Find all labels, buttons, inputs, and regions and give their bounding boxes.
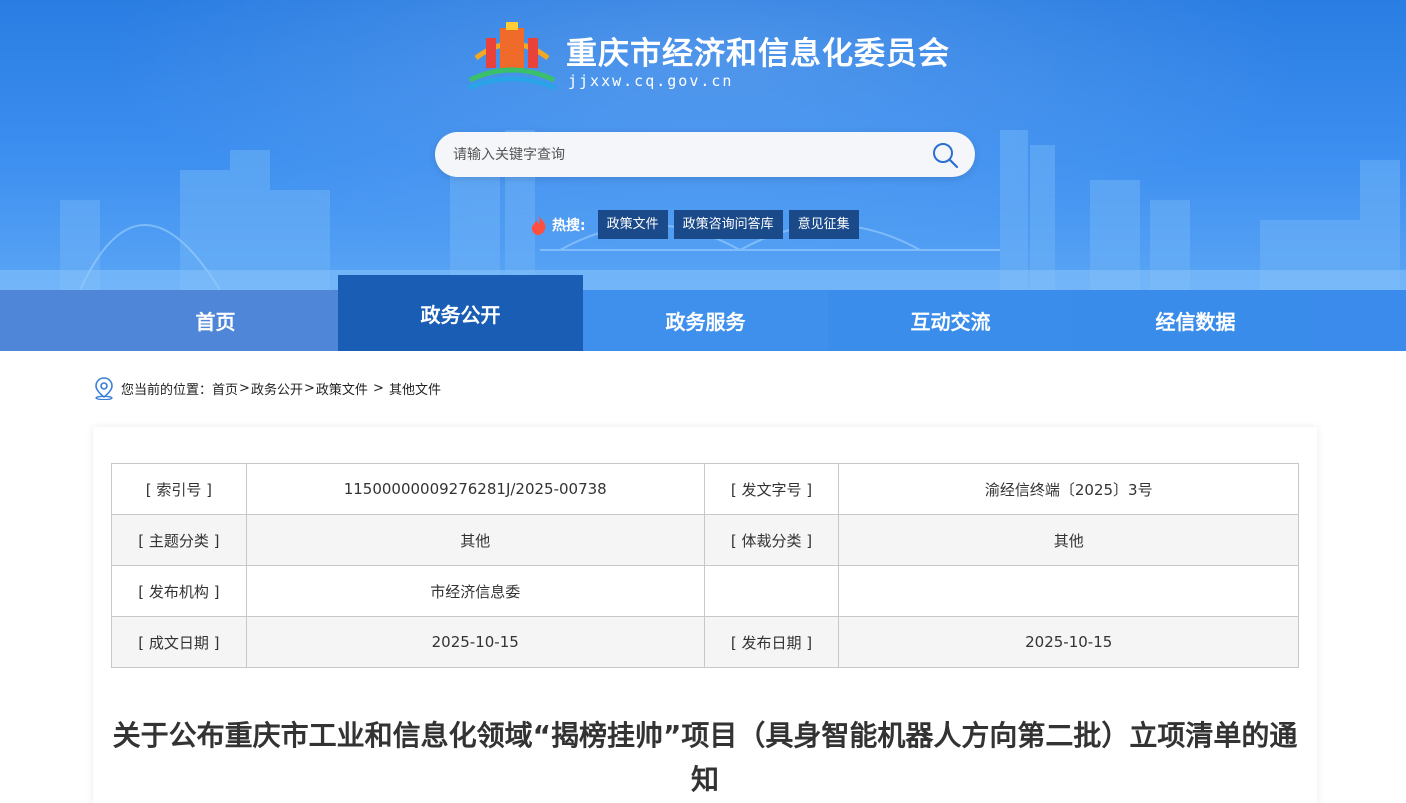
nav-item-interaction[interactable]: 互动交流 xyxy=(828,290,1073,351)
meta-value-publish-date: 2025-10-15 xyxy=(838,616,1299,668)
table-row: [ 主题分类 ] 其他 [ 体裁分类 ] 其他 xyxy=(111,514,1299,566)
breadcrumb-gov-affairs-open[interactable]: 政务公开 xyxy=(251,379,303,398)
nav-item-gov-services[interactable]: 政务服务 xyxy=(583,290,828,351)
table-row: [ 索引号 ] 11500000009276281J/2025-00738 [ … xyxy=(111,463,1299,515)
meta-key-written-date: [ 成文日期 ] xyxy=(111,616,247,668)
hot-search-row: 热搜: 政策文件 政策咨询问答库 意见征集 xyxy=(530,210,859,239)
hot-tag-policy-qa[interactable]: 政策咨询问答库 xyxy=(673,210,783,239)
city-hall-emblem-icon xyxy=(467,22,557,91)
breadcrumb-separator: > xyxy=(303,380,315,396)
breadcrumb-home[interactable]: 首页 xyxy=(212,379,238,398)
hot-tag-opinion-collection[interactable]: 意见征集 xyxy=(788,210,859,239)
site-logo[interactable]: 重庆市经济和信息化委员会 jjxxw.cq.gov.cn xyxy=(466,20,986,100)
breadcrumb-separator: > xyxy=(368,380,389,396)
location-pin-icon xyxy=(95,377,113,400)
search-icon[interactable] xyxy=(931,141,959,169)
content-card: [ 索引号 ] 11500000009276281J/2025-00738 [ … xyxy=(93,427,1317,803)
search-input[interactable] xyxy=(453,132,923,177)
meta-key-publish-date: [ 发布日期 ] xyxy=(703,616,840,668)
nav-item-home[interactable]: 首页 xyxy=(93,290,338,351)
table-row: [ 成文日期 ] 2025-10-15 [ 发布日期 ] 2025-10-15 xyxy=(111,616,1299,668)
header-banner: 重庆市经济和信息化委员会 jjxxw.cq.gov.cn 热搜: 政策文件 政策… xyxy=(0,0,1406,290)
breadcrumb-other-files[interactable]: 其他文件 xyxy=(389,379,441,398)
nav-item-econ-data[interactable]: 经信数据 xyxy=(1073,290,1318,351)
search-bar xyxy=(435,132,975,177)
meta-value-topic: 其他 xyxy=(245,514,705,566)
meta-value-genre: 其他 xyxy=(838,514,1299,566)
nav-left-pad xyxy=(0,290,93,351)
site-title: 重庆市经济和信息化委员会 xyxy=(566,36,950,72)
breadcrumb-prefix: 您当前的位置： xyxy=(121,382,213,398)
document-meta-table: [ 索引号 ] 11500000009276281J/2025-00738 [ … xyxy=(111,463,1299,668)
meta-value-index-no: 11500000009276281J/2025-00738 xyxy=(245,463,705,515)
site-domain: jjxxw.cq.gov.cn xyxy=(568,72,734,90)
breadcrumb-separator: > xyxy=(239,380,250,396)
meta-key-publisher: [ 发布机构 ] xyxy=(111,565,247,617)
table-row: [ 发布机构 ] 市经济信息委 xyxy=(111,565,1299,617)
meta-value-empty xyxy=(838,565,1299,617)
meta-value-written-date: 2025-10-15 xyxy=(245,616,705,668)
meta-key-index-no: [ 索引号 ] xyxy=(111,463,247,515)
meta-value-doc-no: 渝经信终端〔2025〕3号 xyxy=(838,463,1299,515)
breadcrumb: 您当前的位置： 首页 > 政务公开 > 政策文件 > 其他文件 xyxy=(93,376,441,400)
main-nav: 首页 政务公开 政务服务 互动交流 经信数据 xyxy=(0,275,1406,351)
meta-key-empty xyxy=(703,565,840,617)
flame-icon xyxy=(531,215,546,235)
meta-key-doc-no: [ 发文字号 ] xyxy=(703,463,840,515)
meta-key-topic: [ 主题分类 ] xyxy=(111,514,247,566)
meta-key-genre: [ 体裁分类 ] xyxy=(703,514,840,566)
document-title: 关于公布重庆市工业和信息化领域“揭榜挂帅”项目（具身智能机器人方向第二批）立项清… xyxy=(112,719,1298,796)
hot-search-text: 热搜: xyxy=(552,217,586,234)
hot-tag-policy-files[interactable]: 政策文件 xyxy=(597,210,668,239)
nav-item-gov-affairs-open[interactable]: 政务公开 xyxy=(338,275,583,351)
meta-value-publisher: 市经济信息委 xyxy=(245,565,705,617)
hot-search-label: 热搜: xyxy=(530,215,586,235)
breadcrumb-policy-files[interactable]: 政策文件 xyxy=(316,379,368,398)
